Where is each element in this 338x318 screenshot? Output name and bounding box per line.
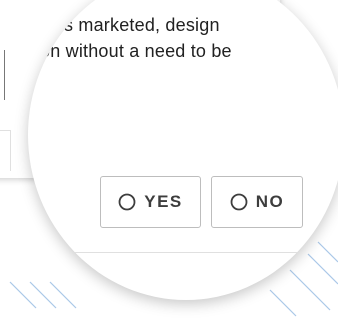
answer-options: YES NO (100, 176, 303, 228)
section-divider (28, 252, 338, 253)
magnified-view: s marketed, design on without a need to … (0, 0, 338, 318)
question-text: s marketed, design on without a need to … (40, 12, 300, 64)
background-card-divider (0, 130, 11, 171)
question-line-1: s marketed, design (64, 15, 220, 35)
radio-unchecked-icon (230, 193, 248, 211)
question-line-2: on without a need to be (40, 41, 232, 61)
magnifier-lens: s marketed, design on without a need to … (28, 0, 338, 300)
yes-button[interactable]: YES (100, 176, 201, 228)
no-label: NO (255, 192, 285, 211)
radio-unchecked-icon (118, 193, 136, 211)
magnified-content: s marketed, design on without a need to … (28, 0, 338, 300)
yes-label: YES (144, 192, 183, 211)
background-card-edge (0, 50, 5, 100)
no-button[interactable]: NO (211, 176, 303, 228)
